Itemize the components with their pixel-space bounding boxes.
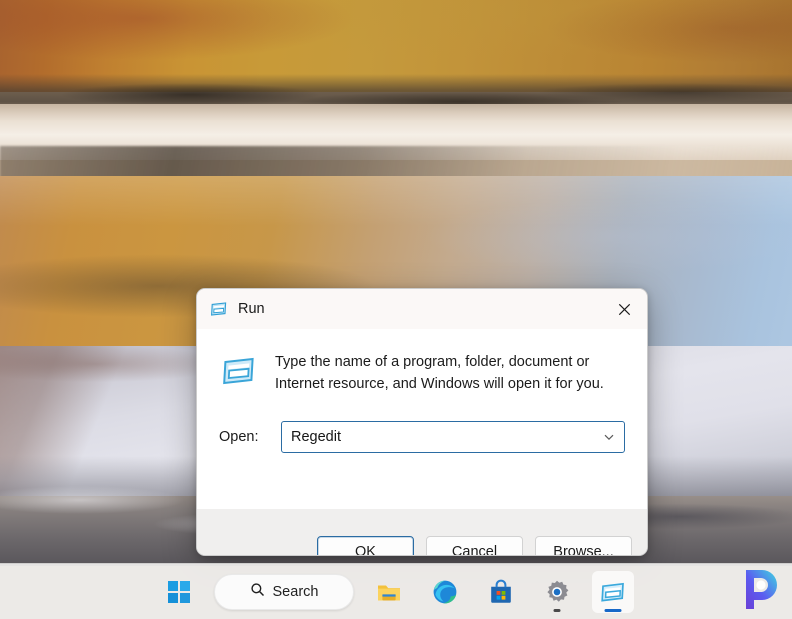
dialog-footer: OK Cancel Browse... [197, 509, 647, 555]
microsoft-store-icon [491, 579, 511, 603]
run-window-icon [221, 353, 257, 389]
running-indicator [553, 608, 561, 612]
taskbar[interactable]: Search [0, 563, 792, 619]
active-indicator [604, 608, 622, 612]
search-input[interactable]: Search [214, 573, 354, 610]
taskbar-item-run[interactable] [592, 570, 634, 613]
browse-button[interactable]: Browse... [535, 536, 632, 555]
file-explorer-icon [378, 585, 400, 600]
dialog-description: Type the name of a program, folder, docu… [275, 354, 604, 393]
dialog-title: Run [238, 301, 265, 317]
start-button[interactable] [158, 571, 200, 613]
brand-logo [736, 565, 784, 613]
cancel-button[interactable]: Cancel [426, 536, 523, 555]
chevron-down-icon[interactable] [594, 431, 624, 443]
ok-button[interactable]: OK [317, 536, 414, 555]
open-input[interactable]: Regedit [282, 429, 594, 445]
dialog-titlebar[interactable]: Run [197, 289, 647, 329]
open-combobox[interactable]: Regedit [281, 421, 625, 454]
taskbar-item-microsoft-store[interactable] [480, 571, 522, 613]
settings-gear-icon [547, 580, 569, 602]
taskbar-item-settings[interactable] [536, 571, 578, 613]
close-icon[interactable] [601, 289, 647, 329]
taskbar-item-file-explorer[interactable] [368, 571, 410, 613]
brand-p-icon [746, 570, 777, 609]
run-window-icon [601, 582, 624, 602]
search-label: Search [272, 583, 319, 600]
open-row: Open: Regedit [213, 421, 631, 454]
run-dialog[interactable]: Run Type the name of a program, folder, … [196, 288, 648, 556]
search-icon [250, 582, 265, 602]
taskbar-item-edge[interactable] [424, 571, 466, 613]
windows-start-icon [168, 580, 190, 603]
open-label: Open: [219, 429, 259, 446]
description-row: Type the name of a program, folder, docu… [213, 347, 631, 395]
dialog-body: Type the name of a program, folder, docu… [197, 329, 647, 509]
desktop[interactable]: Run Type the name of a program, folder, … [0, 0, 792, 619]
run-window-icon [210, 300, 228, 318]
edge-icon [433, 580, 457, 603]
